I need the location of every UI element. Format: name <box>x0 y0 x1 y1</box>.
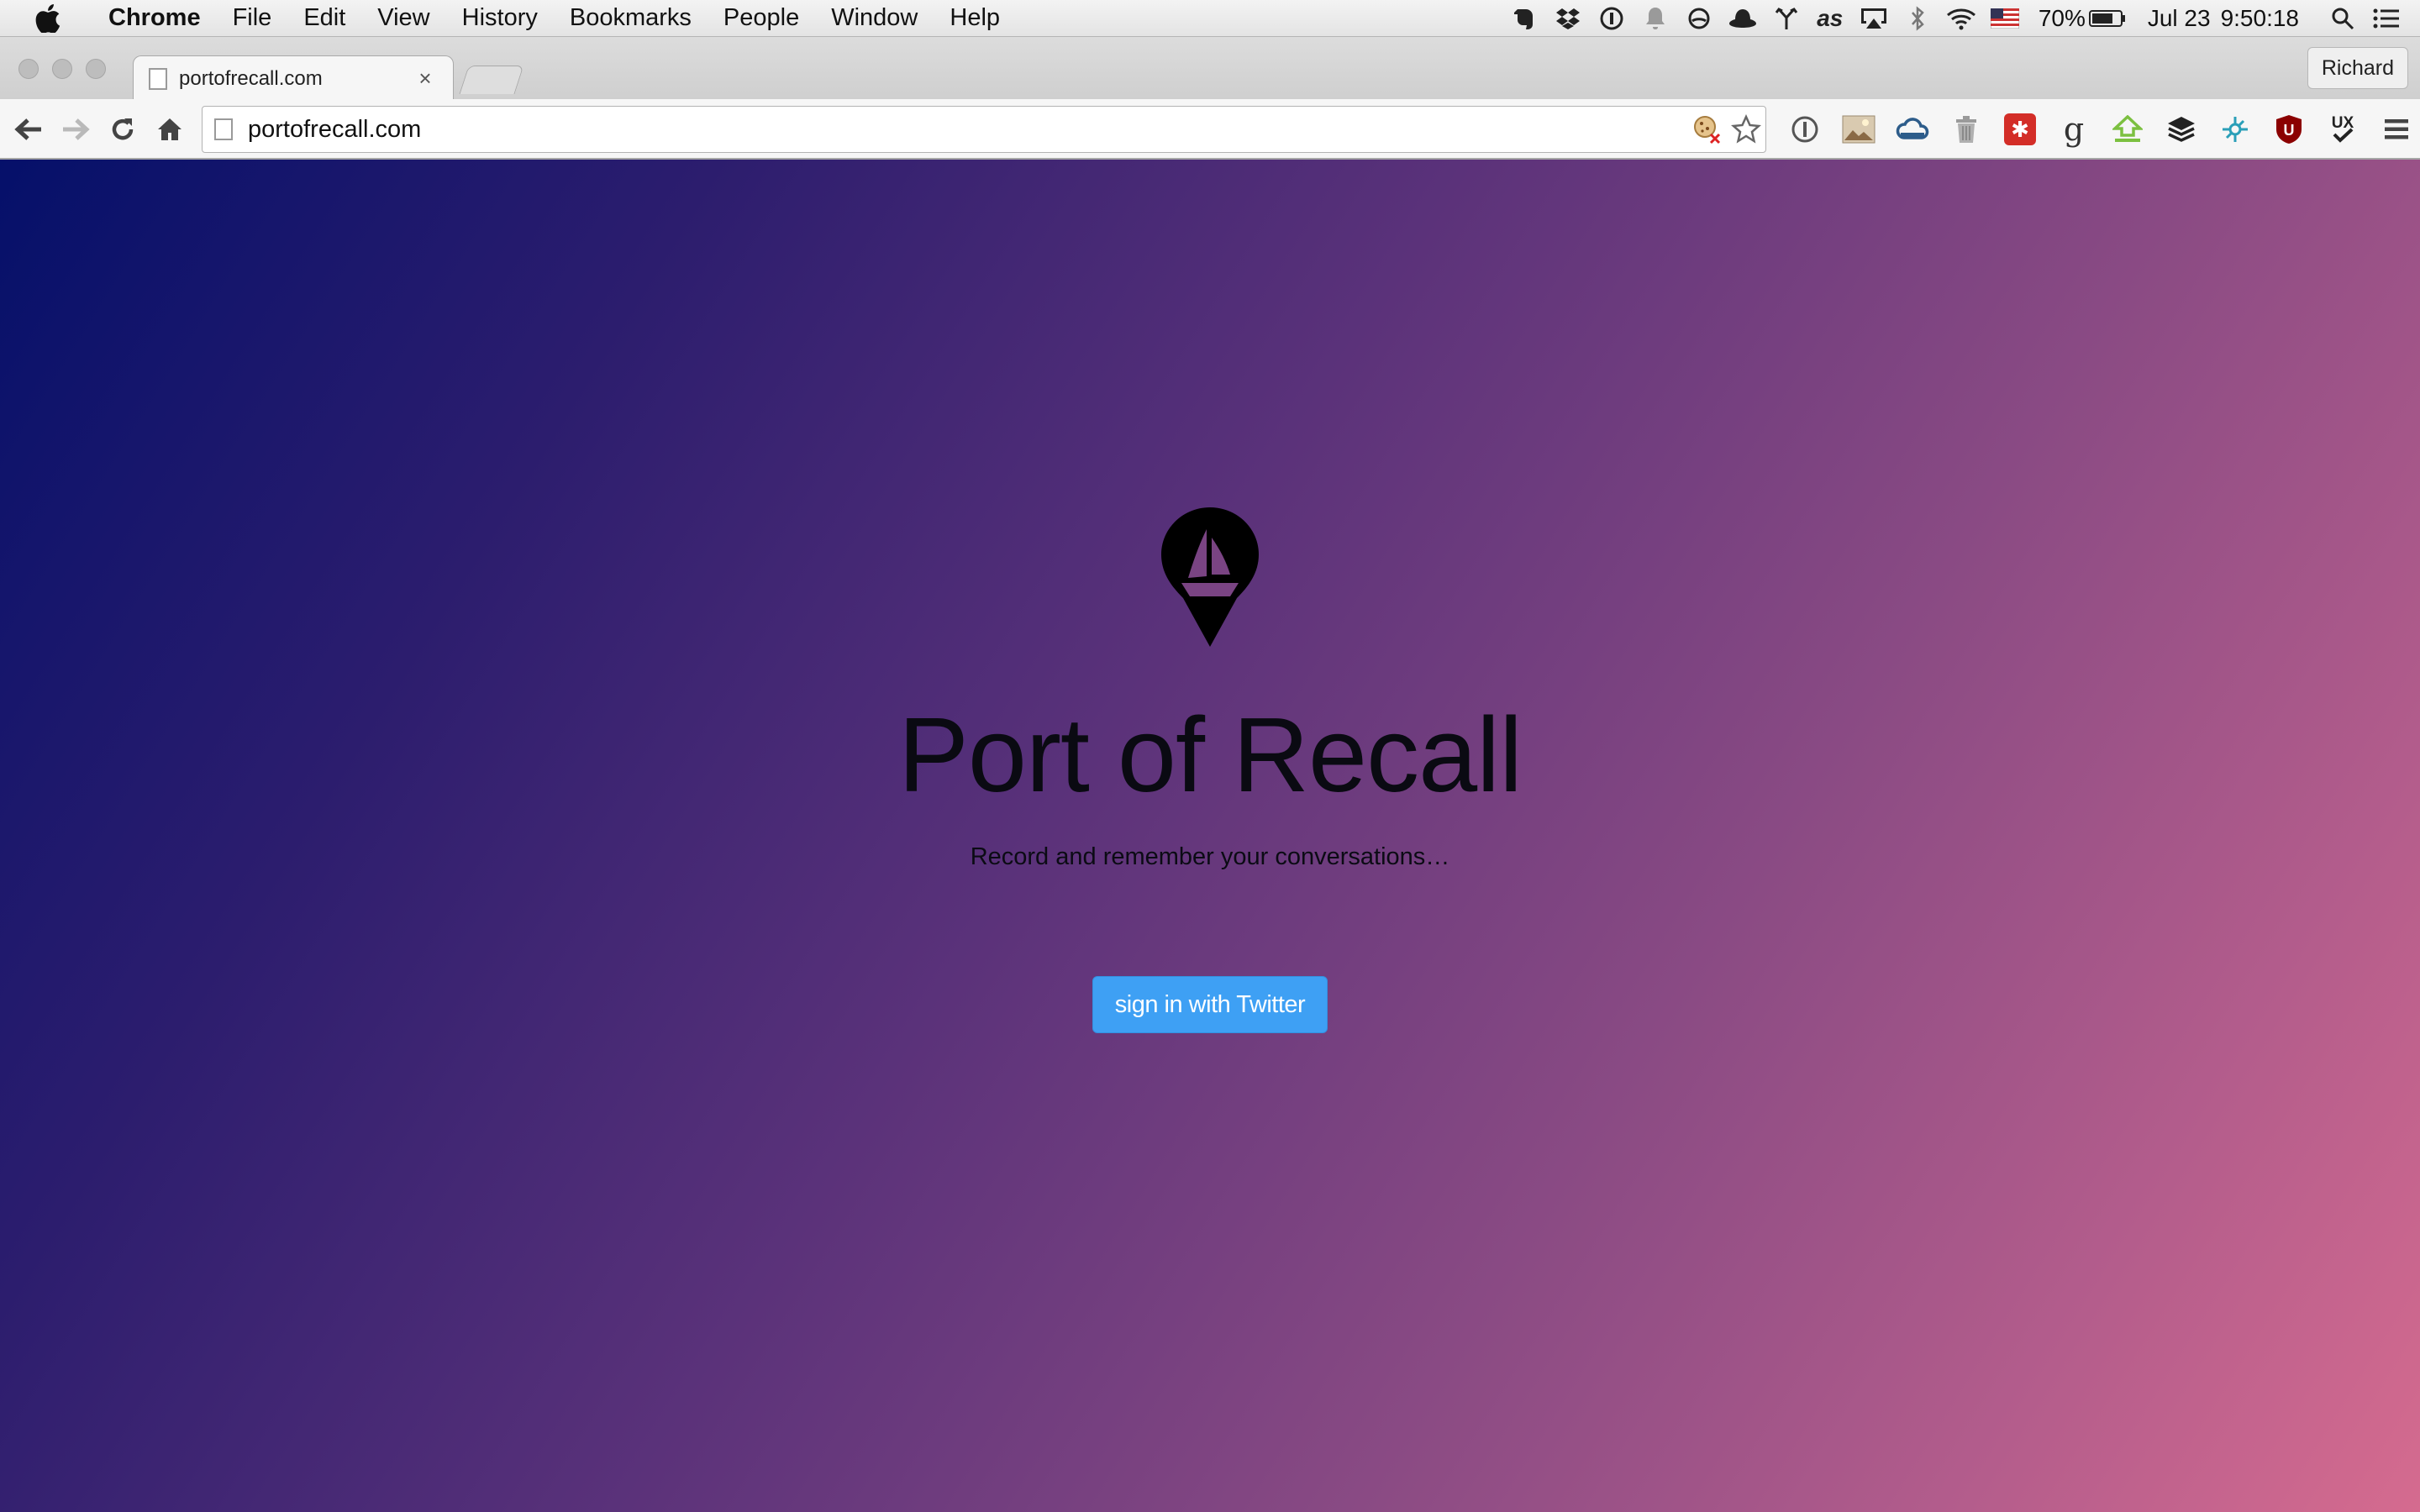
network-icon[interactable] <box>2208 106 2262 153</box>
forward-icon[interactable] <box>55 109 96 150</box>
evernote-icon[interactable] <box>1502 0 1546 37</box>
tab-strip: portofrecall.com × Richard <box>0 37 2420 101</box>
page-tagline: Record and remember your conversations… <box>970 843 1450 870</box>
lastfm-icon[interactable]: as <box>1808 0 1852 37</box>
new-tab-button[interactable] <box>459 66 524 94</box>
notification-center-icon[interactable] <box>2365 0 2408 37</box>
zoom-window-button[interactable] <box>86 59 106 79</box>
sailboat-pin-logo-icon <box>1161 507 1259 647</box>
status-area: as 70% Jul 23 9:50:18 <box>1502 0 2420 37</box>
ublock-icon[interactable]: U <box>2262 106 2316 153</box>
close-window-button[interactable] <box>18 59 39 79</box>
svg-text:U: U <box>2284 122 2295 139</box>
home-icon[interactable] <box>150 109 190 150</box>
menu-help[interactable]: Help <box>934 4 1016 32</box>
page-favicon-icon <box>149 67 167 90</box>
menu-bookmarks[interactable]: Bookmarks <box>554 4 708 32</box>
ux-check-icon[interactable]: UX <box>2316 106 2370 153</box>
pushbullet-icon[interactable] <box>2101 106 2154 153</box>
window-controls <box>18 59 106 79</box>
cloud-icon[interactable] <box>1886 106 1939 153</box>
menu-app-name[interactable]: Chrome <box>92 4 217 32</box>
browser-toolbar: portofrecall.com ✱ g U UX <box>0 99 2420 160</box>
menu-people[interactable]: People <box>708 4 815 32</box>
wifi-icon[interactable] <box>1939 0 1983 37</box>
tab-active[interactable]: portofrecall.com × <box>133 55 454 101</box>
bluetooth-icon[interactable] <box>1896 0 1939 37</box>
menu-history[interactable]: History <box>446 4 554 32</box>
menu-file[interactable]: File <box>217 4 288 32</box>
battery-icon[interactable] <box>2087 0 2128 37</box>
page-info-icon[interactable] <box>214 118 233 140</box>
lastpass-icon[interactable]: ✱ <box>1993 106 2047 153</box>
apple-menu-icon[interactable] <box>27 3 69 33</box>
sync-circle-icon[interactable] <box>1677 0 1721 37</box>
tab-title: portofrecall.com <box>179 66 323 90</box>
branch-icon[interactable] <box>1765 0 1808 37</box>
tab-close-icon[interactable]: × <box>413 66 438 92</box>
hat-icon[interactable] <box>1721 0 1765 37</box>
reload-icon[interactable] <box>103 109 143 150</box>
dropbox-icon[interactable] <box>1546 0 1590 37</box>
menu-edit[interactable]: Edit <box>287 4 361 32</box>
1password-icon[interactable] <box>1778 106 1832 153</box>
1password-menubar-icon[interactable] <box>1590 0 1634 37</box>
back-icon[interactable] <box>8 109 49 150</box>
airplay-icon[interactable] <box>1852 0 1896 37</box>
menu-window[interactable]: Window <box>815 4 934 32</box>
menu-bar: Chrome File Edit View History Bookmarks … <box>0 0 2420 37</box>
menu-view[interactable]: View <box>361 4 445 32</box>
clock-date[interactable]: Jul 23 <box>2128 5 2216 32</box>
url-text[interactable]: portofrecall.com <box>248 116 1688 144</box>
profile-button[interactable]: Richard <box>2307 47 2408 89</box>
input-source-flag-icon[interactable] <box>1983 0 2027 37</box>
notification-bell-icon[interactable] <box>1634 0 1677 37</box>
extensions-area: ✱ g U UX <box>1778 106 2420 153</box>
trash-icon[interactable] <box>1939 106 1993 153</box>
photo-extension-icon[interactable] <box>1832 106 1886 153</box>
address-bar[interactable]: portofrecall.com <box>202 106 1766 153</box>
clock-time[interactable]: 9:50:18 <box>2216 5 2311 32</box>
minimize-window-button[interactable] <box>52 59 72 79</box>
goodreads-icon[interactable]: g <box>2047 106 2101 153</box>
bookmark-star-icon[interactable] <box>1727 110 1765 149</box>
buffer-icon[interactable] <box>2154 106 2208 153</box>
chrome-menu-icon[interactable] <box>2370 106 2420 153</box>
page-title: Port of Recall <box>897 696 1523 814</box>
spotlight-search-icon[interactable] <box>2321 0 2365 37</box>
cookie-blocked-icon[interactable] <box>1688 110 1727 149</box>
page-content: Port of Recall Record and remember your … <box>0 160 2420 1512</box>
sign-in-twitter-button[interactable]: sign in with Twitter <box>1092 976 1328 1033</box>
